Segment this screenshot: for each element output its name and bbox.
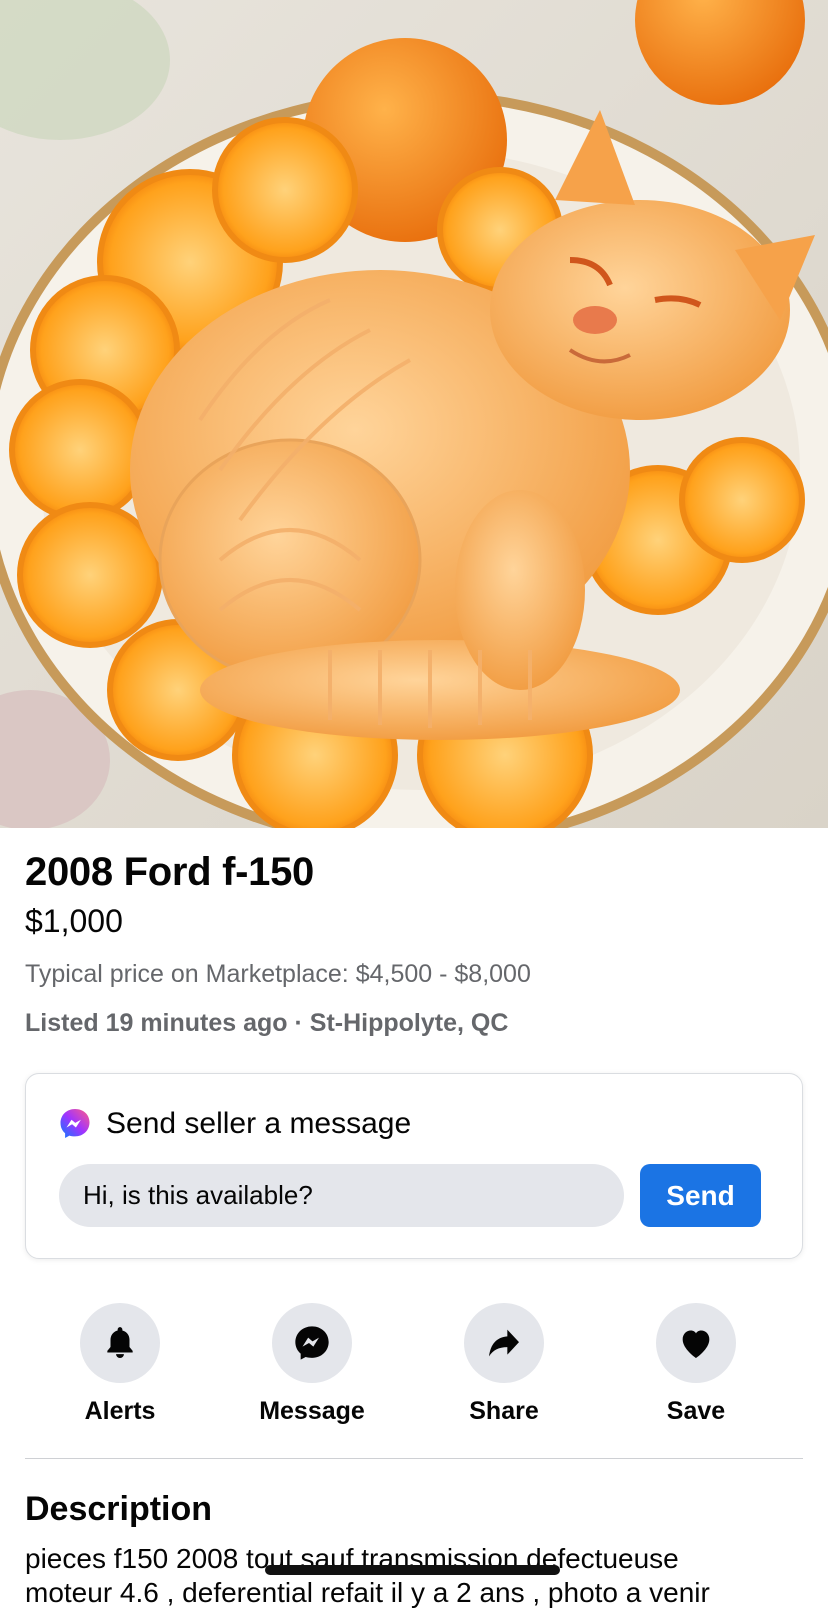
share-action[interactable]: Share	[424, 1303, 584, 1426]
alerts-button[interactable]	[80, 1303, 160, 1383]
heart-icon	[682, 1330, 710, 1358]
send-message-heading: Send seller a message	[106, 1107, 412, 1140]
messenger-icon	[60, 1109, 90, 1138]
save-action[interactable]: Save	[616, 1303, 776, 1426]
share-label: Share	[469, 1397, 539, 1425]
description-text: pieces f150 2008 tout sauf transmission …	[25, 1542, 815, 1610]
listing-price: $1,000	[25, 903, 123, 939]
message-action[interactable]: Message	[232, 1303, 392, 1426]
description-line: moteur 4.6 , deferential refait il y a 2…	[25, 1577, 710, 1608]
share-button[interactable]	[464, 1303, 544, 1383]
listing-title: 2008 Ford f-150	[25, 850, 314, 894]
message-label: Message	[259, 1397, 365, 1425]
send-message-card: Send seller a message Send	[25, 1073, 803, 1259]
listing-photo[interactable]	[0, 0, 828, 828]
action-bar: Alerts Message Share Save	[25, 1303, 803, 1443]
divider	[25, 1458, 803, 1459]
listing-photo-art	[0, 0, 828, 828]
send-button[interactable]: Send	[640, 1164, 761, 1227]
send-message-header: Send seller a message	[58, 1104, 411, 1144]
alerts-label: Alerts	[84, 1397, 156, 1425]
share-arrow-icon	[489, 1329, 519, 1357]
message-input[interactable]	[59, 1164, 624, 1227]
save-label: Save	[666, 1397, 726, 1425]
description-heading: Description	[25, 1490, 213, 1528]
bell-icon	[107, 1327, 133, 1359]
typical-price-info[interactable]: Typical price on Marketplace: $4,500 - $…	[25, 960, 531, 989]
alerts-action[interactable]: Alerts	[40, 1303, 200, 1426]
home-indicator[interactable]	[265, 1565, 560, 1575]
message-button[interactable]	[272, 1303, 352, 1383]
save-button[interactable]	[656, 1303, 736, 1383]
listed-time-location: Listed 19 minutes ago · St-Hippolyte, QC	[25, 1009, 509, 1037]
messenger-icon	[295, 1326, 329, 1360]
